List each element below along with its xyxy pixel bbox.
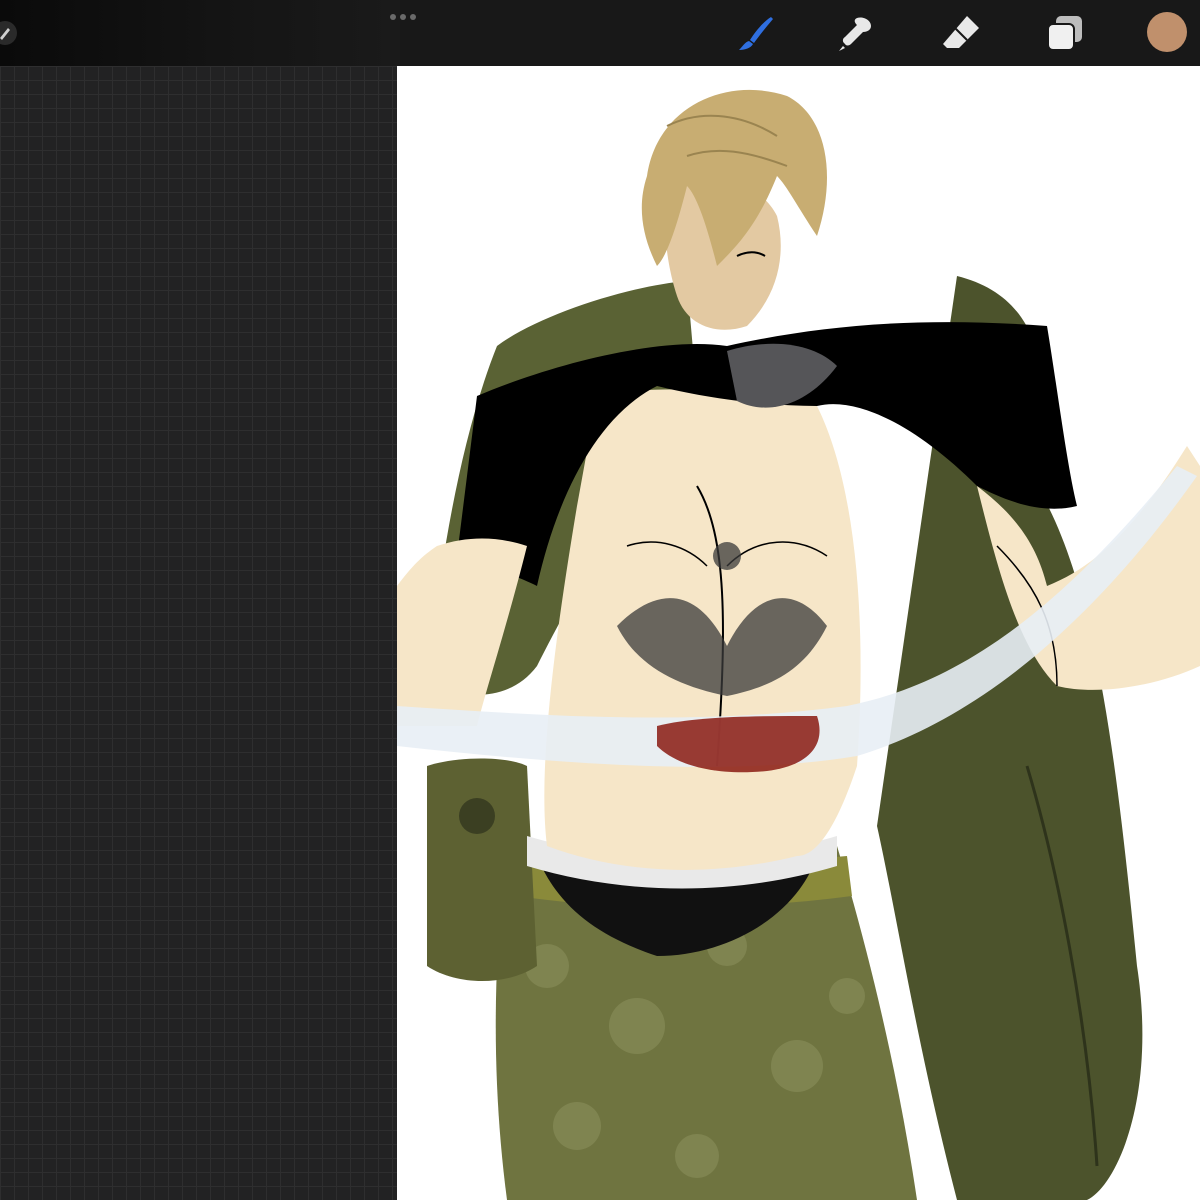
smudge-icon[interactable] — [833, 10, 879, 56]
eraser-icon[interactable] — [939, 10, 985, 56]
top-toolbar — [0, 0, 1200, 66]
drawing-canvas[interactable] — [397, 66, 1200, 1200]
toolbar-left-region — [0, 0, 400, 66]
layers-icon[interactable] — [1042, 10, 1088, 56]
color-picker-swatch[interactable] — [1147, 12, 1187, 52]
more-options-icon[interactable] — [388, 8, 422, 20]
hair — [641, 89, 827, 266]
belt-pouch — [427, 758, 537, 981]
brush-icon[interactable] — [733, 10, 779, 56]
canvas-workspace-grid — [0, 66, 397, 1200]
actions-icon[interactable] — [0, 20, 18, 46]
artwork — [397, 89, 1200, 1200]
